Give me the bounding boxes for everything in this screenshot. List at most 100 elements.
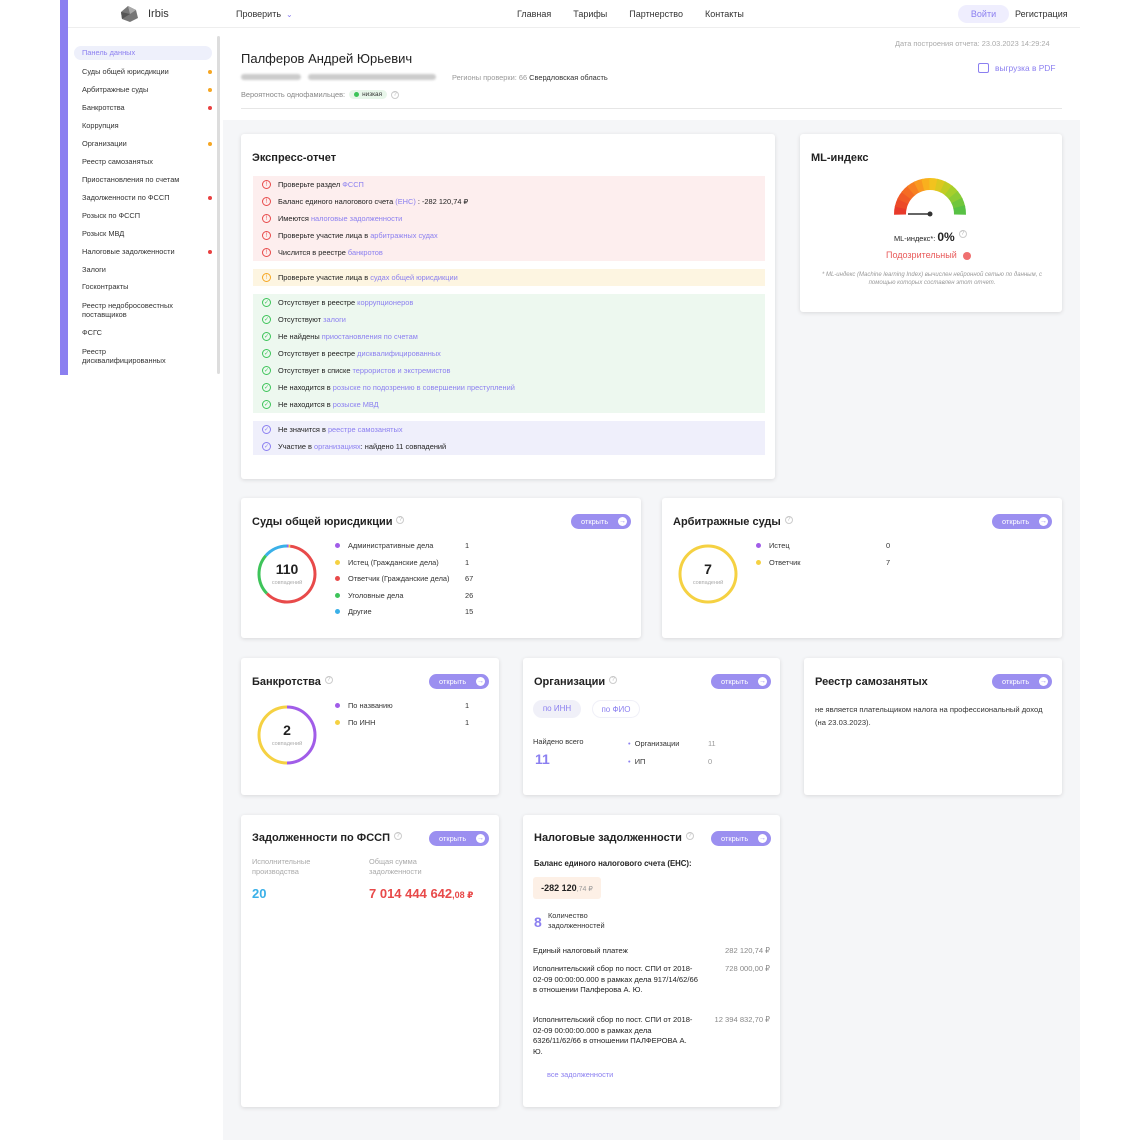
sidebar-item-label: Налоговые задолженности (82, 247, 175, 256)
arrow-right-icon: → (1039, 677, 1048, 686)
sidebar: Панель данных Суды общей юрисдикции Арби… (68, 28, 223, 375)
fssp-total-value: 7 014 444 642,08 ₽ (369, 886, 474, 901)
express-report-item: ✓ Отсутствует в реестре коррупционеров (253, 294, 765, 311)
express-report-title: Экспресс-отчет (252, 152, 337, 164)
fssp-proceedings-label: Исполнительные производства (252, 857, 311, 876)
express-report-item: ! Имеются налоговые задолженности (253, 210, 765, 227)
item-link[interactable]: приостановления по счетам (322, 332, 418, 341)
sidebar-item-tax-debts[interactable]: Налоговые задолженности (74, 247, 212, 256)
legend-label: Ответчик (769, 557, 801, 567)
help-icon[interactable]: ? (393, 832, 402, 840)
bankruptcy-open-button[interactable]: открыть → (429, 674, 489, 689)
sidebar-item-corruption[interactable]: Коррупция (74, 121, 212, 130)
bankruptcy-title: Банкротства? (252, 676, 333, 688)
warning-icon: ! (262, 180, 271, 189)
sidebar-item-general-courts[interactable]: Суды общей юрисдикции (74, 67, 212, 76)
item-link[interactable]: ФССП (342, 180, 364, 189)
tab-by-fio[interactable]: по ФИО (592, 700, 640, 718)
nav-link-tariffs[interactable]: Тарифы (573, 9, 607, 19)
express-report-item: ✓ Участие в организациях: найдено 11 совп… (253, 438, 765, 455)
sidebar-item-fssp-wanted[interactable]: Розыск по ФССП (74, 211, 212, 220)
nav-link-home[interactable]: Главная (517, 9, 551, 19)
legend-label: По названию (348, 701, 393, 710)
sidebar-item-mvd-wanted[interactable]: Розыск МВД (74, 229, 212, 238)
sidebar-item-self-employed[interactable]: Реестр самозанятых (74, 157, 212, 166)
item-link[interactable]: реестре самозанятых (328, 425, 403, 434)
status-dot (208, 142, 212, 146)
sidebar-item-fsgs[interactable]: ФСГС (74, 328, 212, 337)
all-debts-link[interactable]: все задолженности (547, 1070, 613, 1079)
help-icon[interactable]: ? (958, 230, 967, 238)
item-link[interactable]: организациях (314, 442, 361, 451)
sidebar-item-label: Банкротства (82, 103, 125, 112)
tax-debts-open-button[interactable]: открыть → (711, 831, 771, 846)
item-text: Отсутствует в списке (278, 366, 353, 375)
logo[interactable]: Irbis (118, 4, 169, 24)
sidebar-item-gov-contracts[interactable]: Госконтракты (74, 282, 212, 291)
item-link[interactable]: банкротов (348, 248, 383, 257)
pdf-export-button[interactable]: выгрузка в PDF (978, 63, 1055, 73)
sidebar-item-label: Организации (82, 139, 127, 148)
item-link[interactable]: залоги (323, 315, 346, 324)
arbitration-open-button[interactable]: открыть → (992, 514, 1052, 529)
nav-link-partnership[interactable]: Партнерство (629, 9, 683, 19)
legend-marker (335, 543, 340, 548)
tax-row-value: 728 000,00 ₽ (725, 964, 770, 973)
general-courts-title: Суды общей юрисдикции? (252, 516, 405, 528)
general-courts-open-button[interactable]: открыть → (571, 514, 631, 529)
check-icon: ✓ (262, 298, 271, 307)
register-link[interactable]: Регистрация (1015, 9, 1068, 19)
item-link[interactable]: розыске МВД (333, 400, 379, 409)
sidebar-item-unfair-suppliers[interactable]: Реестр недобросовестных поставщиков (74, 301, 184, 319)
help-icon[interactable]: ? (685, 832, 694, 840)
help-icon[interactable]: ? (324, 676, 333, 684)
item-link[interactable]: налоговые задолженности (311, 214, 402, 223)
outer-margin (0, 0, 60, 1140)
legend-value: 1 (465, 701, 470, 710)
item-text: Отсутствует в реестре (278, 298, 358, 307)
sidebar-item-fssp-debts[interactable]: Задолженности по ФССП (74, 193, 212, 202)
check-dropdown-label: Проверить (236, 9, 282, 19)
orgs-item-ip: • ИП 0 (628, 757, 713, 766)
sidebar-item-account-suspensions[interactable]: Приостановления по счетам (74, 175, 212, 184)
sidebar-item-arbitration[interactable]: Арбитражные суды (74, 85, 212, 94)
fssp-open-button[interactable]: открыть → (429, 831, 489, 846)
help-icon[interactable]: ? (396, 516, 405, 524)
self-employed-open-button[interactable]: открыть → (992, 674, 1052, 689)
nav-link-contacts[interactable]: Контакты (705, 9, 744, 19)
status-dot (208, 250, 212, 254)
tax-row-label: Исполнительский сбор по пост. СПИ от 201… (533, 964, 698, 994)
legend-value: 1 (465, 541, 470, 550)
organizations-open-button[interactable]: открыть → (711, 674, 771, 689)
sidebar-item-dashboard[interactable]: Панель данных (74, 46, 212, 60)
item-text: Проверьте участие лица в (278, 231, 371, 240)
item-link[interactable]: дисквалифицированных (357, 349, 441, 358)
item-link[interactable]: террористов и экстремистов (352, 366, 450, 375)
item-link[interactable]: арбитражных судах (370, 231, 438, 240)
sidebar-item-organizations[interactable]: Организации (74, 139, 212, 148)
help-icon[interactable]: ? (784, 516, 793, 524)
sidebar-item-bankruptcy[interactable]: Банкротства (74, 103, 212, 112)
item-text: Баланс единого налогового счета (278, 197, 396, 206)
help-icon[interactable]: ? (609, 676, 618, 684)
tab-by-inn[interactable]: по ИНН (533, 700, 581, 718)
item-link[interactable]: судах общей юрисдикции (370, 273, 458, 282)
warning-icon: ! (262, 273, 271, 282)
sidebar-item-label: Госконтракты (82, 282, 129, 291)
item-link[interactable]: коррупционеров (357, 298, 413, 307)
sidebar-item-disqualified[interactable]: Реестр дисквалифицированных (74, 347, 174, 365)
ml-status: Подозрительный (886, 250, 972, 260)
help-icon[interactable]: ? (391, 90, 400, 99)
item-link[interactable]: (ЕНС) (395, 197, 416, 206)
item-link[interactable]: розыске по подозрению в совершении прест… (333, 383, 515, 392)
sidebar-item-label: Панель данных (82, 48, 136, 57)
login-button[interactable]: Войти (958, 5, 1009, 23)
sidebar-scrollbar[interactable] (217, 36, 220, 374)
logo-icon (121, 6, 138, 22)
warning-icon: ! (262, 197, 271, 206)
legend-label: Другие (348, 607, 372, 616)
check-dropdown[interactable]: Проверить ⌄ (236, 9, 293, 19)
item-text: Не находится в (278, 383, 333, 392)
legend-marker (335, 719, 340, 725)
sidebar-item-pledges[interactable]: Залоги (74, 265, 212, 274)
